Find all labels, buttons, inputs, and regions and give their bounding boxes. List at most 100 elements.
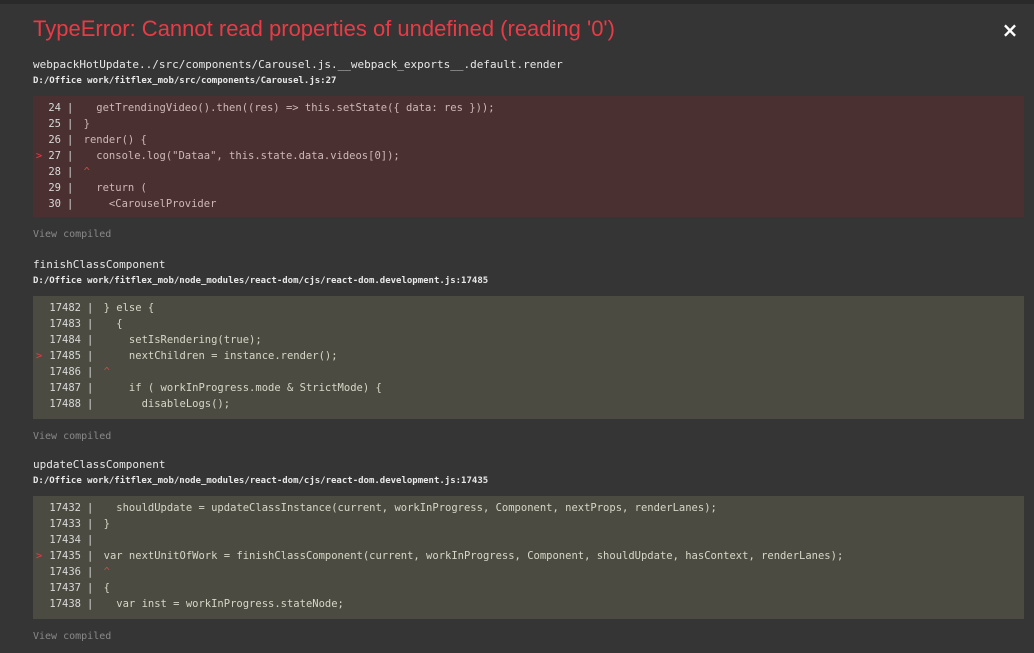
- code-text: return (: [77, 182, 147, 194]
- line-number: 24: [48, 102, 61, 114]
- code-line: 25 | }: [33, 116, 1024, 132]
- frame-file-location: D:/Office work/fitflex_mob/node_modules/…: [33, 476, 489, 486]
- code-text: nextChildren = instance.render();: [97, 350, 338, 362]
- code-line: 17482 | } else {: [33, 300, 1024, 316]
- code-line: 30 | <CarouselProvider: [33, 196, 1024, 212]
- gutter-divider: |: [67, 182, 74, 194]
- gutter-divider: |: [87, 598, 94, 610]
- code-text: <CarouselProvider: [77, 198, 217, 210]
- frame-function-name: updateClassComponent: [33, 458, 166, 471]
- active-line-marker-icon: >: [35, 150, 43, 162]
- view-compiled-link[interactable]: View compiled: [33, 631, 1024, 642]
- line-number: 17434: [49, 534, 81, 546]
- code-text: shouldUpdate = updateClassInstance(curre…: [97, 502, 717, 514]
- gutter-divider: |: [87, 582, 94, 594]
- stack-frame: finishClassComponent D:/Office work/fitfl…: [33, 258, 1024, 442]
- line-number: 26: [48, 134, 61, 146]
- view-compiled-link[interactable]: View compiled: [33, 431, 1024, 442]
- gutter-divider: |: [87, 382, 94, 394]
- line-number: 17433: [49, 518, 81, 530]
- line-number: 17435: [49, 550, 81, 562]
- code-line: >17485 | nextChildren = instance.render()…: [33, 348, 1024, 364]
- code-text: if ( workInProgress.mode & StrictMode) {: [97, 382, 382, 394]
- stack-frame: webpackHotUpdate../src/components/Carous…: [33, 58, 1024, 240]
- close-icon[interactable]: ×: [998, 16, 1022, 44]
- code-snippet: 17482 | } else { 17483 | { 17484 | setIsRende…: [33, 296, 1024, 419]
- gutter-divider: |: [67, 134, 74, 146]
- code-text: setIsRendering(true);: [97, 334, 262, 346]
- gutter-divider: |: [87, 398, 94, 410]
- code-line: 26 | render() {: [33, 132, 1024, 148]
- code-line: 17483 | {: [33, 316, 1024, 332]
- frame-file-location: D:/Office work/fitflex_mob/node_modules/…: [33, 276, 489, 286]
- code-line: 17488 | disableLogs();: [33, 396, 1024, 412]
- code-line: 17432 | shouldUpdate = updateClassInstanc…: [33, 500, 1024, 516]
- code-line: 17486 | ^: [33, 364, 1024, 380]
- gutter-divider: |: [87, 534, 94, 546]
- gutter-divider: |: [87, 502, 94, 514]
- gutter-divider: |: [87, 550, 94, 562]
- gutter-divider: |: [87, 366, 94, 378]
- line-number: 28: [48, 166, 61, 178]
- gutter-divider: |: [67, 198, 74, 210]
- code-text: var nextUnitOfWork = finishClassComponen…: [97, 550, 844, 562]
- gutter-divider: |: [67, 166, 74, 178]
- code-text: console.log("Dataa", this.state.data.vid…: [77, 150, 400, 162]
- code-line: 29 | return (: [33, 180, 1024, 196]
- line-number: 17432: [49, 502, 81, 514]
- gutter-divider: |: [87, 350, 94, 362]
- line-number: 17486: [49, 366, 81, 378]
- line-number: 17436: [49, 566, 81, 578]
- code-text: }: [77, 118, 90, 130]
- gutter-divider: |: [67, 102, 74, 114]
- code-line: >27 | console.log("Dataa", this.state.dat…: [33, 148, 1024, 164]
- line-number: 17438: [49, 598, 81, 610]
- line-number: 17485: [49, 350, 81, 362]
- error-title: TypeError: Cannot read properties of und…: [33, 16, 615, 41]
- gutter-divider: |: [87, 566, 94, 578]
- code-text: ^: [77, 166, 90, 178]
- line-number: 29: [48, 182, 61, 194]
- code-text: render() {: [77, 134, 147, 146]
- frame-function-name: webpackHotUpdate../src/components/Carous…: [33, 58, 563, 71]
- line-number: 17488: [49, 398, 81, 410]
- frame-function-name: finishClassComponent: [33, 258, 166, 271]
- code-text: getTrendingVideo().then((res) => this.se…: [77, 102, 495, 114]
- line-number: 27: [48, 150, 61, 162]
- line-number: 17437: [49, 582, 81, 594]
- code-text: } else {: [97, 302, 155, 314]
- line-number: 30: [48, 198, 61, 210]
- code-line: 17487 | if ( workInProgress.mode & Strict…: [33, 380, 1024, 396]
- code-line: 17436 | ^: [33, 564, 1024, 580]
- gutter-divider: |: [87, 518, 94, 530]
- gutter-divider: |: [87, 318, 94, 330]
- active-line-marker-icon: >: [35, 350, 43, 362]
- code-text: {: [97, 318, 123, 330]
- line-number: 17487: [49, 382, 81, 394]
- code-line: 17438 | var inst = workInProgress.stateNo…: [33, 596, 1024, 612]
- view-compiled-link[interactable]: View compiled: [33, 229, 1024, 240]
- gutter-divider: |: [67, 150, 74, 162]
- code-text: disableLogs();: [97, 398, 231, 410]
- frame-file-location: D:/Office work/fitflex_mob/src/component…: [33, 76, 337, 86]
- line-number: 17482: [49, 302, 81, 314]
- gutter-divider: |: [87, 302, 94, 314]
- code-line: 17437 | {: [33, 580, 1024, 596]
- code-snippet: 17432 | shouldUpdate = updateClassInstanc…: [33, 496, 1024, 619]
- code-line: 17434 |: [33, 532, 1024, 548]
- gutter-divider: |: [87, 334, 94, 346]
- code-text: }: [97, 518, 110, 530]
- code-line: 17484 | setIsRendering(true);: [33, 332, 1024, 348]
- gutter-divider: |: [67, 118, 74, 130]
- active-line-marker-icon: >: [35, 550, 43, 562]
- line-number: 17484: [49, 334, 81, 346]
- line-number: 25: [48, 118, 61, 130]
- code-text: var inst = workInProgress.stateNode;: [97, 598, 344, 610]
- top-border: [0, 0, 1034, 4]
- code-text: ^: [97, 366, 110, 378]
- code-snippet: 24 | getTrendingVideo().then((res) => thi…: [33, 96, 1024, 217]
- code-line: 17433 | }: [33, 516, 1024, 532]
- code-text: {: [97, 582, 110, 594]
- code-line: >17435 | var nextUnitOfWork = finishClass…: [33, 548, 1024, 564]
- stack-frame: updateClassComponent D:/Office work/fitfl…: [33, 458, 1024, 642]
